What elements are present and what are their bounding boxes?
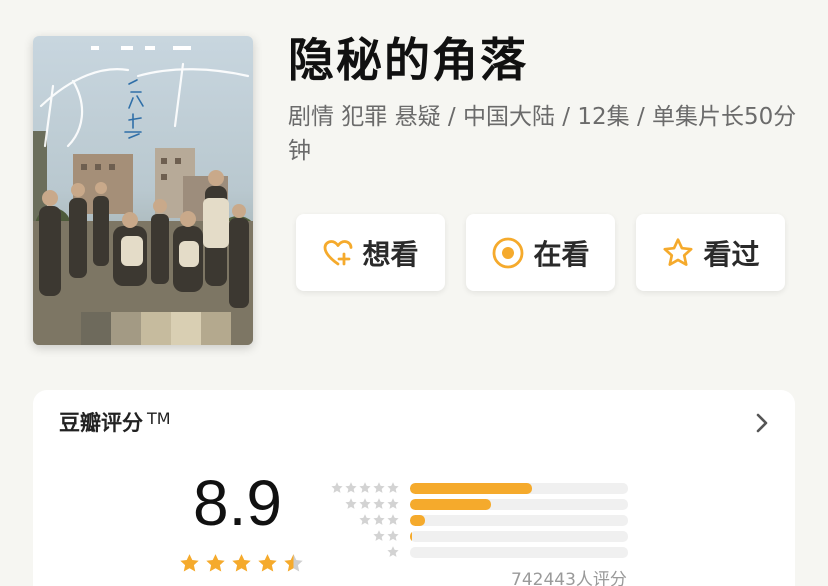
distribution-bar-fill	[410, 531, 413, 542]
distribution-row-5-star	[330, 481, 628, 495]
target-icon	[491, 236, 525, 270]
rating-card[interactable]: 豆瓣评分 TM 8.9 742443人评分	[33, 390, 795, 586]
rating-star-icon	[256, 552, 279, 579]
small-star-icon	[387, 498, 399, 509]
rating-count: 742443人评分	[511, 570, 627, 586]
small-star-icon	[345, 482, 357, 493]
distribution-bar-fill	[410, 483, 533, 494]
small-star-icon	[345, 498, 357, 509]
small-star-icon	[359, 498, 371, 509]
star-outline-icon	[661, 236, 695, 270]
distribution-bar	[410, 531, 628, 542]
distribution-stars	[330, 545, 400, 559]
small-star-icon	[331, 482, 343, 493]
small-star-icon	[387, 482, 399, 493]
distribution-bar	[410, 499, 628, 510]
small-star-icon	[359, 482, 371, 493]
rating-title-text: 豆瓣评分	[59, 411, 143, 435]
watching-label: 在看	[533, 237, 590, 271]
distribution-row-3-star	[330, 513, 628, 527]
small-star-icon	[387, 530, 399, 541]
small-star-icon	[373, 498, 385, 509]
rating-star-icon	[204, 552, 227, 579]
rating-star-icon	[178, 552, 201, 579]
distribution-row-4-star	[330, 497, 628, 511]
watched-label: 看过	[703, 237, 760, 271]
small-star-icon	[387, 514, 399, 525]
page-title: 隐秘的角落	[288, 33, 528, 87]
poster-image[interactable]	[33, 36, 253, 345]
distribution-stars	[330, 529, 400, 543]
watching-button[interactable]: 在看	[466, 214, 615, 291]
small-star-icon	[373, 530, 385, 541]
want-to-watch-label: 想看	[362, 237, 419, 271]
rating-stars	[178, 552, 305, 579]
distribution-row-2-star	[330, 529, 628, 543]
movie-meta: 剧情 犯罪 悬疑 / 中国大陆 / 12集 / 单集片长50分钟	[288, 104, 797, 164]
distribution-row-1-star	[330, 545, 628, 559]
small-star-icon	[387, 546, 399, 557]
movie-detail-page: 隐秘的角落 剧情 犯罪 悬疑 / 中国大陆 / 12集 / 单集片长50分钟 想…	[0, 0, 828, 586]
distribution-bar	[410, 515, 628, 526]
rating-score: 8.9	[193, 467, 282, 539]
distribution-bar	[410, 483, 628, 494]
watched-button[interactable]: 看过	[636, 214, 785, 291]
distribution-stars	[330, 513, 400, 527]
trademark-mark: TM	[147, 409, 171, 428]
small-star-icon	[373, 514, 385, 525]
distribution-bar	[410, 547, 628, 558]
rating-star-icon	[230, 552, 253, 579]
chevron-right-icon[interactable]	[755, 412, 769, 438]
distribution-bar-fill	[410, 499, 491, 510]
want-to-watch-button[interactable]: 想看	[296, 214, 445, 291]
distribution-stars	[330, 481, 400, 495]
rating-star-icon	[282, 552, 305, 579]
small-star-icon	[373, 482, 385, 493]
distribution-bar-fill	[410, 515, 426, 526]
distribution-stars	[330, 497, 400, 511]
small-star-icon	[359, 514, 371, 525]
rating-card-title: 豆瓣评分 TM	[59, 407, 171, 437]
heart-plus-icon	[322, 237, 354, 269]
